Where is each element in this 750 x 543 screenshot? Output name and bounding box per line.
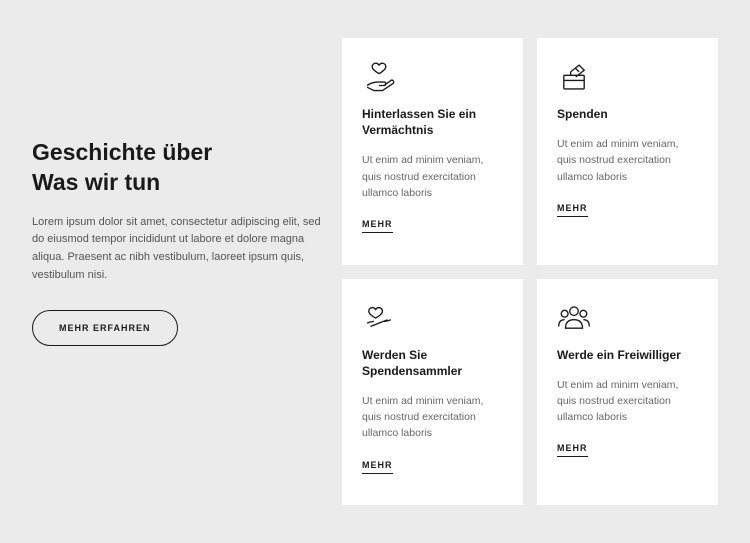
more-link[interactable]: MEHR: [362, 460, 393, 474]
card-title: Werde ein Freiwilliger: [557, 347, 698, 363]
intro-body: Lorem ipsum dolor sit amet, consectetur …: [32, 214, 322, 284]
card-body: Ut enim ad minim veniam, quis nostrud ex…: [362, 152, 503, 201]
intro-heading: Geschichte über Was wir tun: [32, 138, 322, 198]
group-icon: [557, 301, 698, 337]
card-title: Werden Sie Spendensammler: [362, 347, 503, 379]
card-volunteer: Werde ein Freiwilliger Ut enim ad minim …: [537, 279, 718, 506]
hand-heart-icon: [362, 60, 503, 96]
intro-section: Geschichte über Was wir tun Lorem ipsum …: [32, 38, 322, 505]
card-body: Ut enim ad minim veniam, quis nostrud ex…: [557, 136, 698, 185]
more-link[interactable]: MEHR: [557, 203, 588, 217]
learn-more-button[interactable]: MEHR ERFAHREN: [32, 310, 178, 346]
card-legacy: Hinterlassen Sie ein Vermächtnis Ut enim…: [342, 38, 523, 265]
card-title: Hinterlassen Sie ein Vermächtnis: [362, 106, 503, 138]
card-body: Ut enim ad minim veniam, quis nostrud ex…: [557, 377, 698, 426]
more-link[interactable]: MEHR: [557, 443, 588, 457]
cards-grid: Hinterlassen Sie ein Vermächtnis Ut enim…: [342, 38, 718, 505]
heading-line-2: Was wir tun: [32, 169, 160, 195]
card-fundraiser: Werden Sie Spendensammler Ut enim ad min…: [342, 279, 523, 506]
heading-line-1: Geschichte über: [32, 139, 212, 165]
more-link[interactable]: MEHR: [362, 219, 393, 233]
card-title: Spenden: [557, 106, 698, 122]
card-body: Ut enim ad minim veniam, quis nostrud ex…: [362, 393, 503, 442]
hands-heart-icon: [362, 301, 503, 337]
card-donate: Spenden Ut enim ad minim veniam, quis no…: [537, 38, 718, 265]
donation-box-icon: [557, 60, 698, 96]
